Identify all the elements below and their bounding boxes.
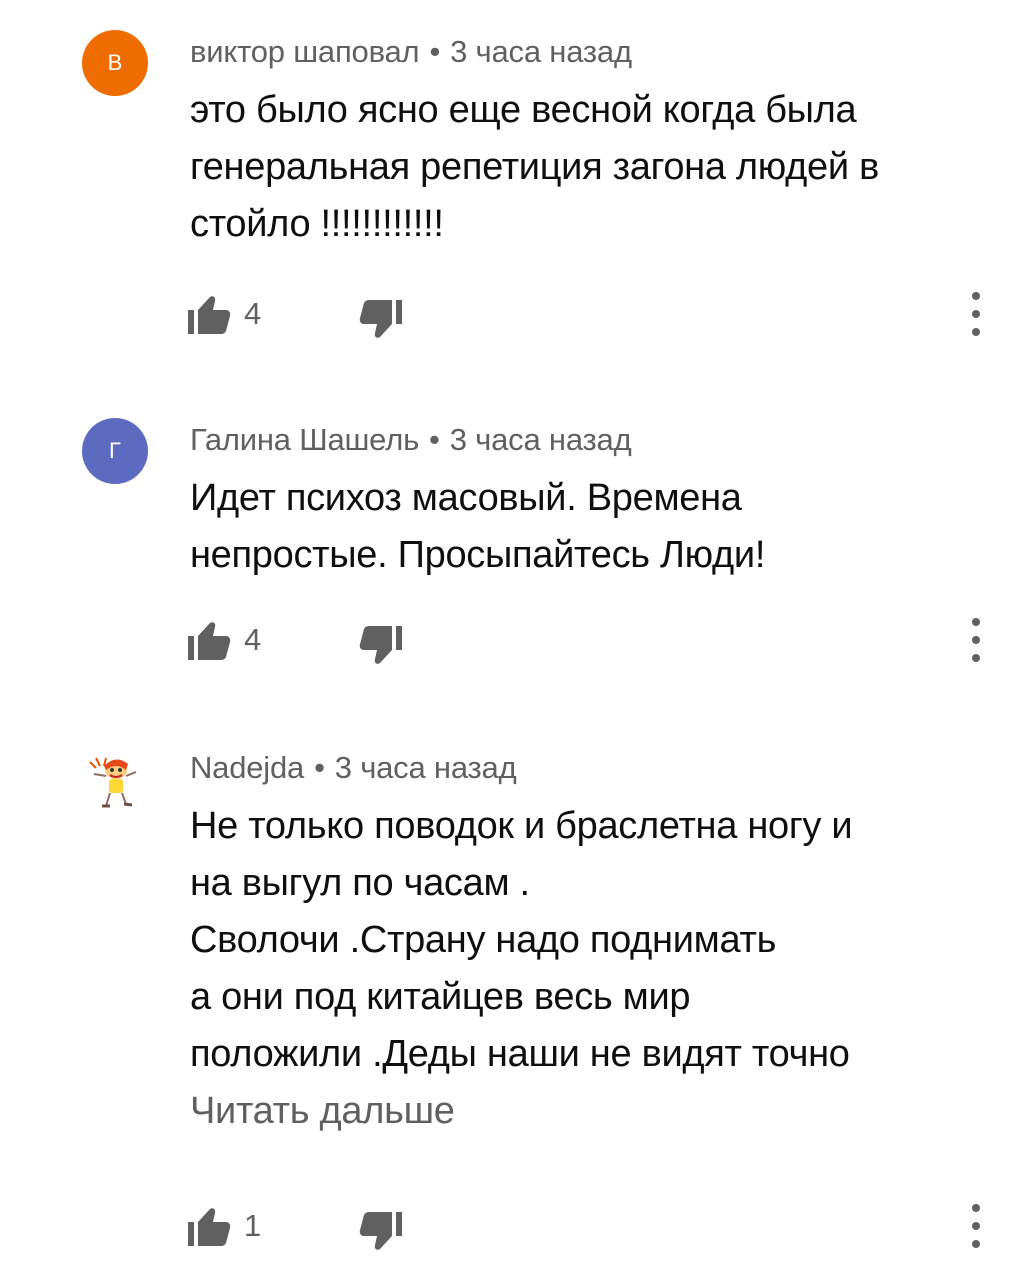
comment-line: положили .Деды наши не видят точно (190, 1033, 850, 1075)
author-name[interactable]: Nadejda (190, 750, 304, 785)
like-button[interactable] (186, 294, 234, 338)
comment-line: стойло !!!!!!!!!!!! (190, 203, 444, 245)
comment-time[interactable]: 3 часа назад (450, 422, 632, 457)
comment-line: непростые. Просыпайтесь Люди! (190, 534, 766, 576)
more-menu-button[interactable] (962, 286, 990, 342)
cartoon-character-avatar-icon (89, 757, 137, 808)
avatar[interactable] (82, 748, 148, 814)
thumb-up-icon (188, 622, 231, 660)
thumb-down-icon (359, 300, 402, 338)
meta-separator: • (429, 422, 440, 457)
comment-time[interactable]: 3 часа назад (335, 750, 517, 785)
more-vert-icon (972, 618, 980, 662)
thumb-up-icon (188, 1208, 231, 1246)
dislike-button[interactable] (358, 294, 406, 338)
comment-actions: 1 (186, 1204, 1006, 1250)
like-count: 1 (244, 1208, 262, 1243)
like-count: 4 (244, 622, 262, 657)
more-vert-icon (972, 292, 980, 336)
comment-line: на выгул по часам . (190, 862, 530, 904)
comment-line: Сволочи .Страну надо поднимать (190, 919, 777, 961)
avatar[interactable]: В (82, 30, 148, 96)
avatar-letter: Г (109, 438, 121, 463)
comment-line: а они под китайцев весь мир (190, 976, 691, 1018)
like-count: 4 (244, 296, 262, 331)
thumb-down-icon (359, 1212, 402, 1250)
author-name[interactable]: виктор шаповал (190, 34, 420, 69)
comment-actions: 4 (186, 618, 1006, 664)
comment-line: Идет психоз масовый. Времена (190, 477, 742, 519)
thumb-down-icon (359, 626, 402, 664)
like-button[interactable] (186, 620, 234, 664)
meta-separator: • (314, 750, 325, 785)
avatar[interactable]: Г (82, 418, 148, 484)
comment-line: это было ясно еще весной когда была (190, 89, 857, 131)
dislike-button[interactable] (358, 1206, 406, 1250)
author-name[interactable]: Галина Шашель (190, 422, 419, 457)
more-menu-button[interactable] (962, 1198, 990, 1254)
comment-line: генеральная репетиция загона людей в (190, 146, 879, 188)
comment-time[interactable]: 3 часа назад (450, 34, 632, 69)
comment-actions: 4 (186, 292, 1006, 338)
meta-separator: • (429, 34, 441, 69)
dislike-button[interactable] (358, 620, 406, 664)
comment-text: это было ясно еще весной когда была гене… (190, 82, 879, 253)
read-more-link[interactable]: Читать дальше (190, 1083, 852, 1140)
avatar-letter: В (107, 50, 123, 75)
comment-line: Не только поводок и браслетна ногу и (190, 805, 853, 847)
more-menu-button[interactable] (962, 612, 990, 668)
more-vert-icon (972, 1204, 980, 1248)
like-button[interactable] (186, 1206, 234, 1250)
comment-meta: Nadejda • 3 часа назад (190, 750, 517, 786)
comment-text: Идет психоз масовый. Времена непростые. … (190, 470, 765, 584)
thumb-up-icon (188, 296, 231, 334)
comment-meta: виктор шаповал • 3 часа назад (190, 34, 632, 70)
comment-meta: Галина Шашель • 3 часа назад (190, 422, 632, 458)
comment-text: Не только поводок и браслетна ногу и на … (190, 798, 853, 1140)
